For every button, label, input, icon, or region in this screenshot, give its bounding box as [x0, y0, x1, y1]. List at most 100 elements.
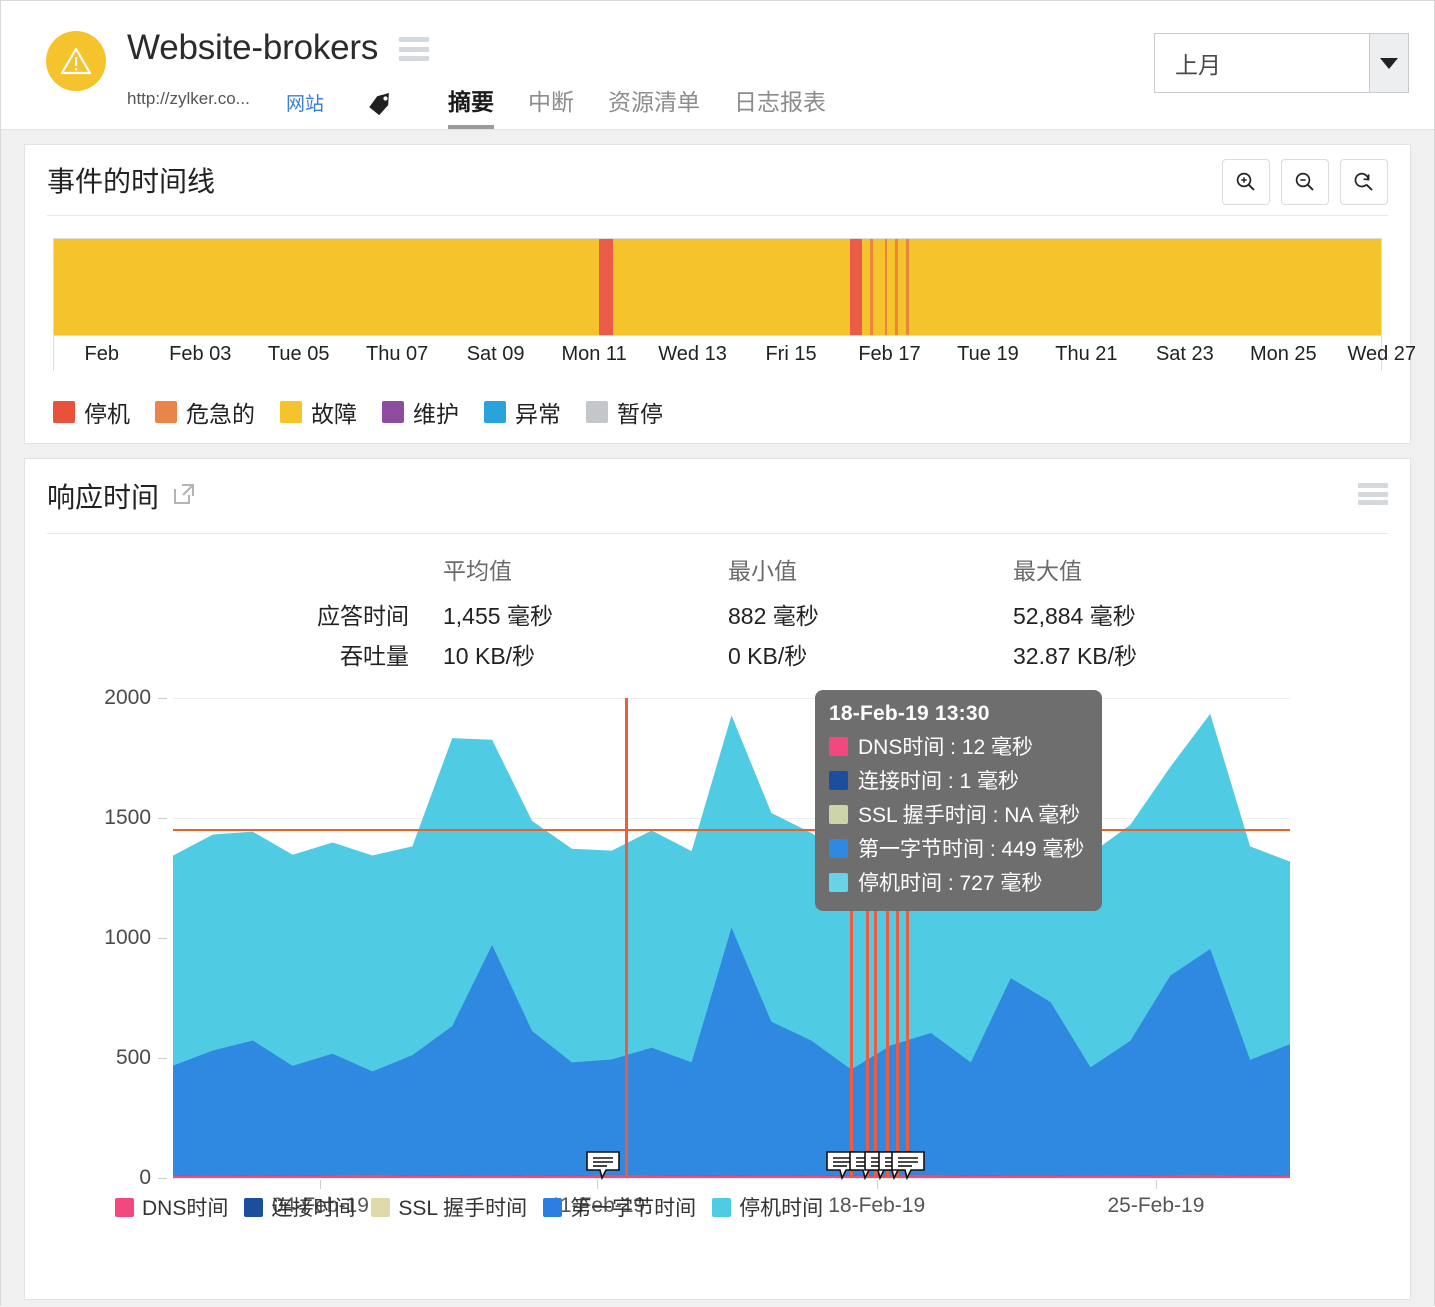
tab-inventory[interactable]: 资源清单	[608, 83, 700, 129]
site-type-link[interactable]: 网站	[286, 89, 324, 116]
warning-triangle-icon	[46, 31, 106, 91]
legend-label: 故障	[311, 395, 357, 429]
chart-y-tick-mark	[158, 938, 167, 939]
zoom-in-icon[interactable]	[1222, 159, 1270, 205]
timeline-tick-label: Fri 15	[765, 343, 816, 366]
chart-x-tick-mark	[597, 1180, 598, 1189]
chart-annotation-callout[interactable]	[890, 1150, 926, 1180]
timeline-event[interactable]	[895, 239, 898, 335]
chart-x-tick-mark	[877, 1180, 878, 1189]
timeline-tick-label: Feb 03	[169, 343, 231, 366]
timeline-legend: 停机危急的 故障维护异常 暂停	[25, 371, 1410, 449]
stats-header-avg: 平均值	[443, 552, 728, 596]
timeline-legend-item[interactable]: 停机	[53, 395, 130, 429]
legend-label: 暂停	[617, 395, 663, 429]
chart-legend-item[interactable]: DNS时间	[115, 1192, 228, 1222]
tab-logreport[interactable]: 日志报表	[734, 83, 826, 129]
stats-table: 平均值 最小值 最大值 应答时间 1,455 毫秒 882 毫秒 52,884 …	[25, 534, 1410, 676]
chart-plot-area[interactable]	[173, 698, 1290, 1178]
hamburger-menu-icon[interactable]	[1358, 483, 1388, 505]
legend-label: 停机	[84, 395, 130, 429]
chart-y-tick-label: 500	[116, 1046, 151, 1070]
chart-y-tick-mark	[158, 698, 167, 699]
zoom-out-icon[interactable]	[1281, 159, 1329, 205]
chart-y-tick-label: 0	[139, 1166, 151, 1190]
timeline-card-header: 事件的时间线	[25, 145, 1410, 215]
legend-swatch	[53, 401, 75, 423]
chart-event-line[interactable]	[625, 698, 628, 1178]
timeline-legend-item[interactable]: 暂停	[586, 395, 663, 429]
response-time-card: 响应时间 平均值 最小值 最大值 应答时间 1,455 毫秒	[24, 458, 1411, 1300]
chart-y-tick-label: 1000	[104, 926, 151, 950]
chart-x-tick-mark	[1156, 1180, 1157, 1189]
tooltip-swatch	[829, 839, 848, 858]
stats-throughput-max: 32.87 KB/秒	[1013, 636, 1298, 676]
timeline-wrap: FebFeb 03Tue 05Thu 07Sat 09Mon 11Wed 13F…	[25, 216, 1410, 371]
timeline-title: 事件的时间线	[47, 160, 215, 200]
chart-x-tick-mark	[320, 1180, 321, 1189]
chart-legend-item[interactable]: 连接时间	[244, 1192, 355, 1222]
tooltip-label: 连接时间 : 1 毫秒	[858, 765, 1019, 795]
chart-annotation-callout[interactable]	[585, 1150, 621, 1180]
timeline-track[interactable]: FebFeb 03Tue 05Thu 07Sat 09Mon 11Wed 13F…	[53, 238, 1382, 371]
chart-x-tick-label: 18-Feb-19	[828, 1194, 925, 1218]
chart-average-line	[173, 829, 1290, 831]
timeline-card: 事件的时间线 FebFeb 03Tue 05Thu	[24, 144, 1411, 444]
tooltip-row: 连接时间 : 1 毫秒	[829, 765, 1084, 795]
timeline-tick-label: Sat 23	[1156, 343, 1214, 366]
chart-y-tick-mark	[158, 1178, 167, 1179]
period-select[interactable]: 上月	[1154, 33, 1409, 93]
page-body: 事件的时间线 FebFeb 03Tue 05Thu	[1, 130, 1434, 1307]
app-window: Website-brokers http://zylker.co... 网站 摘…	[0, 0, 1435, 1306]
timeline-tick-label: Tue 19	[957, 343, 1019, 366]
chart-legend-item[interactable]: 停机时间	[712, 1192, 823, 1222]
chevron-down-icon[interactable]	[1369, 34, 1408, 92]
timeline-tick-label: Feb 17	[858, 343, 920, 366]
timeline-event[interactable]	[885, 239, 888, 335]
timeline-legend-item[interactable]: 维护	[382, 395, 459, 429]
legend-label: SSL 握手时间	[398, 1192, 527, 1222]
external-link-icon[interactable]	[171, 481, 197, 512]
legend-swatch	[586, 401, 608, 423]
timeline-tick-label: Sat 09	[467, 343, 525, 366]
timeline-event[interactable]	[906, 239, 909, 335]
tooltip-row: 停机时间 : 727 毫秒	[829, 867, 1084, 897]
chart-legend-item[interactable]: SSL 握手时间	[371, 1192, 527, 1222]
legend-swatch	[280, 401, 302, 423]
zoom-reset-icon[interactable]	[1340, 159, 1388, 205]
timeline-tick-label: Wed 27	[1347, 343, 1416, 366]
timeline-event[interactable]	[599, 239, 612, 335]
timeline-zoom-controls	[1222, 159, 1388, 205]
tooltip-swatch	[829, 737, 848, 756]
tooltip-label: 停机时间 : 727 毫秒	[858, 867, 1042, 897]
tab-outages[interactable]: 中断	[528, 83, 574, 129]
tag-icon[interactable]	[366, 89, 394, 122]
timeline-event[interactable]	[870, 239, 873, 335]
tooltip-swatch	[829, 873, 848, 892]
tab-summary[interactable]: 摘要	[448, 83, 494, 129]
main-tabs: 摘要 中断 资源清单 日志报表	[448, 83, 826, 129]
timeline-bar[interactable]	[54, 239, 1381, 335]
stats-response-min: 882 毫秒	[728, 596, 1013, 636]
legend-swatch	[115, 1198, 134, 1217]
hamburger-menu-icon[interactable]	[399, 37, 429, 61]
timeline-legend-item[interactable]: 异常	[484, 395, 561, 429]
legend-swatch	[712, 1198, 731, 1217]
period-select-value: 上月	[1155, 46, 1369, 80]
legend-label: 连接时间	[271, 1192, 355, 1222]
timeline-legend-item[interactable]: 危急的	[155, 395, 255, 429]
page-header: Website-brokers http://zylker.co... 网站 摘…	[1, 1, 1434, 130]
chart-y-axis: 0500100015002000	[25, 698, 167, 1178]
stats-response-avg: 1,455 毫秒	[443, 596, 728, 636]
timeline-tick-label: Tue 05	[268, 343, 330, 366]
legend-swatch	[155, 401, 177, 423]
chart-legend-item[interactable]: 第一字节时间	[543, 1192, 696, 1222]
response-time-chart[interactable]: 0500100015002000 04-Feb-1911-Feb-1918-Fe…	[25, 698, 1410, 1228]
tooltip-row: 第一字节时间 : 449 毫秒	[829, 833, 1084, 863]
timeline-event[interactable]	[850, 239, 862, 335]
response-title: 响应时间	[47, 476, 159, 516]
stats-response-max: 52,884 毫秒	[1013, 596, 1298, 636]
timeline-legend-item[interactable]: 故障	[280, 395, 357, 429]
chart-y-tick-mark	[158, 1058, 167, 1059]
stats-header-min: 最小值	[728, 552, 1013, 596]
